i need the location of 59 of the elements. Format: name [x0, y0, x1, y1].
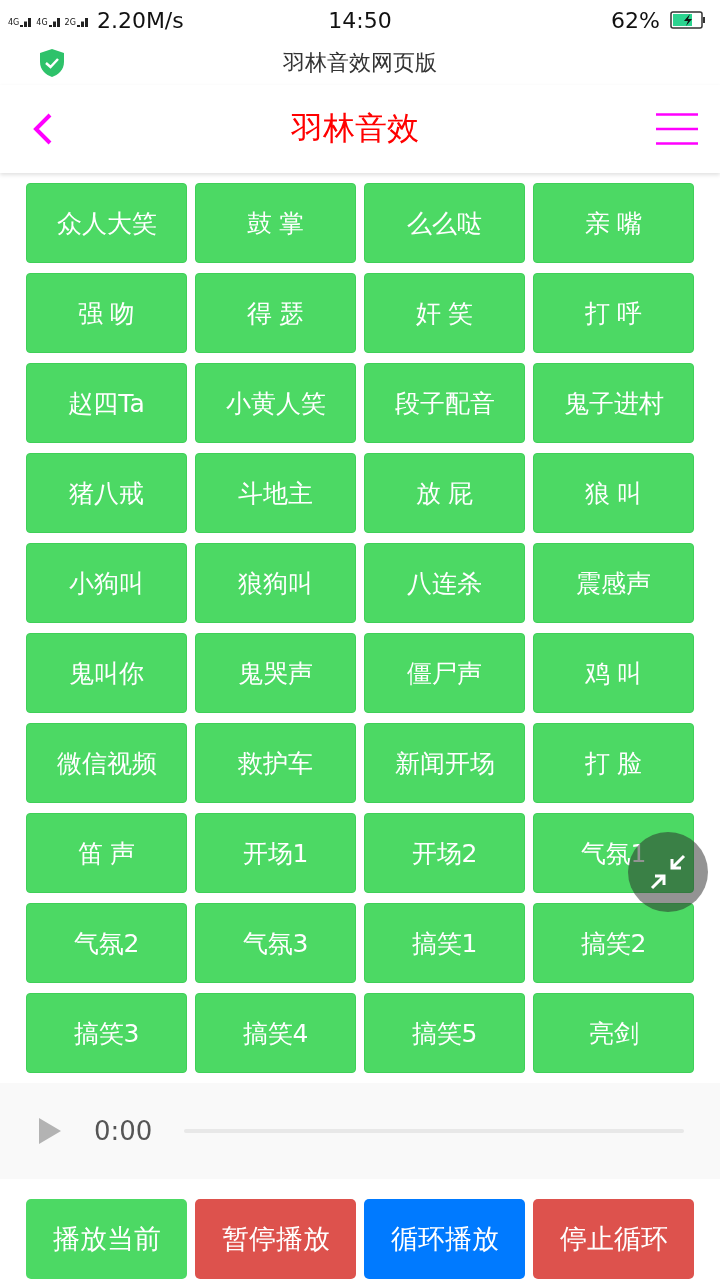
sound-button[interactable]: 得 瑟 — [195, 273, 356, 353]
playback-time: 0:00 — [94, 1116, 153, 1146]
app-title: 羽林音效 — [291, 108, 419, 149]
sound-button[interactable]: 开场1 — [195, 813, 356, 893]
sound-button[interactable]: 段子配音 — [364, 363, 525, 443]
action-button[interactable]: 循环播放 — [364, 1199, 525, 1279]
sound-button[interactable]: 开场2 — [364, 813, 525, 893]
sound-button[interactable]: 狼狗叫 — [195, 543, 356, 623]
sound-button[interactable]: 鬼子进村 — [533, 363, 694, 443]
sound-button[interactable]: 赵四Ta — [26, 363, 187, 443]
shield-check-icon — [38, 47, 66, 78]
sound-button[interactable]: 小黄人笑 — [195, 363, 356, 443]
sound-button[interactable]: 小狗叫 — [26, 543, 187, 623]
sound-button[interactable]: 众人大笑 — [26, 183, 187, 263]
action-button[interactable]: 暂停播放 — [195, 1199, 356, 1279]
sound-button[interactable]: 鸡 叫 — [533, 633, 694, 713]
sound-button[interactable]: 笛 声 — [26, 813, 187, 893]
sound-button[interactable]: 强 吻 — [26, 273, 187, 353]
sound-button[interactable]: 搞笑4 — [195, 993, 356, 1073]
sound-button[interactable]: 亲 嘴 — [533, 183, 694, 263]
sound-button[interactable]: 放 屁 — [364, 453, 525, 533]
sound-button[interactable]: 么么哒 — [364, 183, 525, 263]
battery-percent: 62% — [611, 7, 660, 33]
sound-button[interactable]: 奸 笑 — [364, 273, 525, 353]
sound-button[interactable]: 猪八戒 — [26, 453, 187, 533]
network-type: 4G — [36, 19, 48, 27]
battery-charging-icon — [670, 11, 706, 29]
menu-icon[interactable] — [656, 113, 698, 145]
sound-button[interactable]: 搞笑3 — [26, 993, 187, 1073]
sound-button[interactable]: 僵尸声 — [364, 633, 525, 713]
sound-button[interactable]: 八连杀 — [364, 543, 525, 623]
sound-button[interactable]: 斗地主 — [195, 453, 356, 533]
back-icon[interactable] — [32, 113, 54, 145]
sound-button[interactable]: 气氛2 — [26, 903, 187, 983]
collapse-arrows-icon — [648, 852, 688, 892]
sound-button[interactable]: 新闻开场 — [364, 723, 525, 803]
sound-button[interactable]: 震感声 — [533, 543, 694, 623]
sound-button[interactable]: 救护车 — [195, 723, 356, 803]
sound-button[interactable]: 搞笑5 — [364, 993, 525, 1073]
sound-button[interactable]: 微信视频 — [26, 723, 187, 803]
play-icon[interactable] — [38, 1117, 62, 1145]
sound-button[interactable]: 搞笑1 — [364, 903, 525, 983]
page-title: 羽林音效网页版 — [283, 49, 437, 75]
sound-button[interactable]: 鬼哭声 — [195, 633, 356, 713]
network-speed: 2.20M/s — [96, 7, 184, 33]
action-button[interactable]: 停止循环 — [533, 1199, 694, 1279]
clock: 14:50 — [328, 7, 392, 33]
sound-button[interactable]: 搞笑2 — [533, 903, 694, 983]
sound-button[interactable]: 亮剑 — [533, 993, 694, 1073]
sound-button[interactable]: 鼓 掌 — [195, 183, 356, 263]
network-type: 2G — [64, 19, 76, 27]
sound-button[interactable]: 鬼叫你 — [26, 633, 187, 713]
sound-button[interactable]: 打 呼 — [533, 273, 694, 353]
sound-button[interactable]: 打 脸 — [533, 723, 694, 803]
network-type: 4G — [8, 19, 20, 27]
sound-button[interactable]: 气氛1 — [533, 813, 694, 893]
action-button[interactable]: 播放当前 — [26, 1199, 187, 1279]
sound-button[interactable]: 气氛3 — [195, 903, 356, 983]
sound-button[interactable]: 狼 叫 — [533, 453, 694, 533]
